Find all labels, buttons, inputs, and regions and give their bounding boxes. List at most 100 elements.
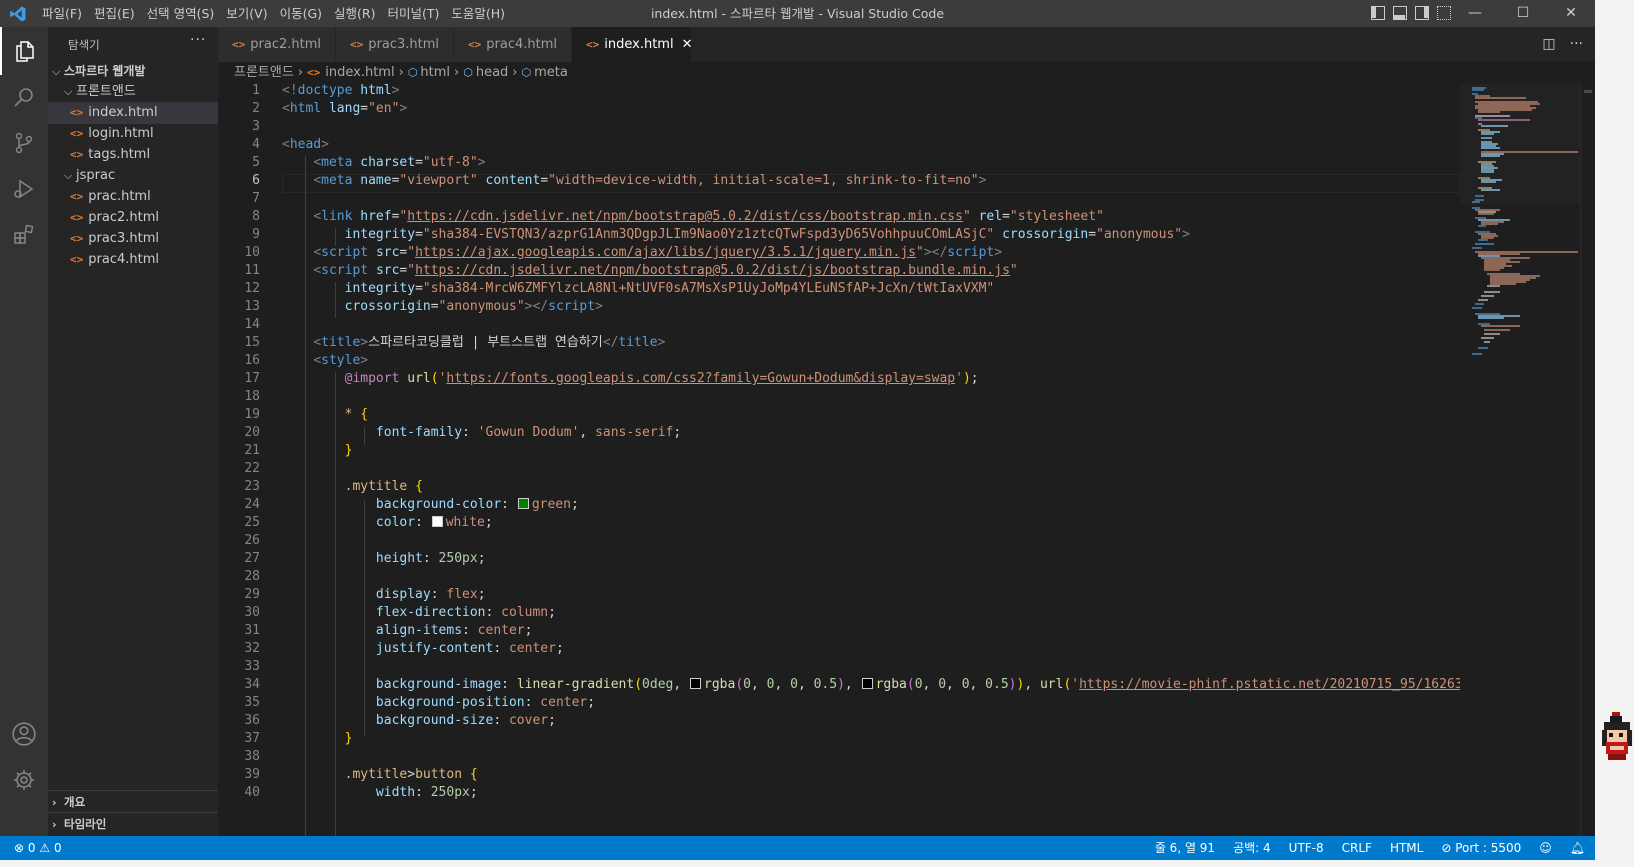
tree-file-login[interactable]: <> login.html [48,123,240,145]
code-line: 30 flex-direction: column; [218,603,1460,622]
breadcrumb-folder[interactable]: 프론트앤드 [234,65,294,80]
html-file-icon: <> [70,148,84,161]
maximize-button[interactable]: ☐ [1499,0,1547,27]
menu-run[interactable]: 실행(R) [328,0,381,27]
line-number: 12 [244,281,260,296]
menu-view[interactable]: 보기(V) [220,0,273,27]
live-server-port[interactable]: ⊘ Port : 5500 [1441,836,1521,860]
line-number: 14 [244,317,260,332]
feedback-icon[interactable]: ☺ [1539,836,1552,860]
line-number: 34 [244,677,260,692]
chevron-down-icon: ⌵ [52,65,61,78]
menu-go[interactable]: 이동(G) [274,0,328,27]
editor-scrollbar[interactable] [1580,84,1595,836]
folder-jsprac[interactable]: ⌵ jsprac [48,165,234,187]
indentation[interactable]: 공백: 4 [1233,836,1271,860]
code-line: 14 [218,315,1460,334]
tab-index[interactable]: <> index.html ✕ [572,27,692,62]
workspace-root[interactable]: ⌵ 스파르타 웹개발 [48,60,222,82]
file-label: prac.html [88,189,151,204]
folder-frontend[interactable]: ⌵ 프론트앤드 [48,81,234,103]
code-line: 34 background-image: linear-gradient(0de… [218,675,1460,694]
close-window-button[interactable]: ✕ [1547,0,1595,27]
code-editor[interactable]: 1 <!doctype html> 2 <html lang="en"> 3 4 <h… [218,84,1460,836]
tree-file-prac4[interactable]: <> prac4.html [48,249,240,271]
code-line: 40 width: 250px; [218,783,1460,802]
menu-terminal[interactable]: 터미널(T) [382,0,446,27]
line-number: 40 [244,785,260,800]
breadcrumb-meta[interactable]: meta [534,65,568,80]
html-file-icon: <> [70,253,84,266]
explorer-more-actions[interactable]: ··· [190,32,206,48]
pixel-character-image [1602,712,1632,760]
tab-prac2[interactable]: <> prac2.html [218,27,336,62]
breadcrumb: 프론트앤드 › <> index.html › ⬡ html › ⬡ head › ⬡ meta [218,62,568,84]
activity-bar [0,27,48,836]
explorer-button[interactable] [0,27,48,75]
accounts-button[interactable] [0,710,48,758]
tree-file-prac[interactable]: <> prac.html [48,186,240,208]
minimize-button[interactable]: — [1451,0,1499,27]
color-swatch-white[interactable] [431,516,443,527]
line-number: 21 [244,443,260,458]
tree-file-prac2[interactable]: <> prac2.html [48,207,240,229]
language-mode[interactable]: HTML [1390,836,1423,860]
menu-bar: 파일(F) 편집(E) 선택 영역(S) 보기(V) 이동(G) 실행(R) 터… [36,0,511,27]
color-swatch-black[interactable] [861,678,873,689]
manage-button[interactable] [0,756,48,804]
file-encoding[interactable]: UTF-8 [1289,836,1324,860]
warning-icon: ⚠ [39,841,51,855]
line-number: 31 [244,623,260,638]
files-icon [16,41,34,62]
code-line: 31 align-items: center; [218,621,1460,640]
menu-help[interactable]: 도움말(H) [445,0,511,27]
toggle-primary-sidebar-icon[interactable] [1371,6,1385,20]
line-number: 4 [252,137,260,152]
search-button[interactable] [0,73,48,121]
toggle-secondary-sidebar-icon[interactable] [1415,6,1429,20]
source-control-button[interactable] [0,119,48,167]
menu-edit[interactable]: 편집(E) [88,0,141,27]
breadcrumb-head[interactable]: head [476,65,508,80]
cursor-position[interactable]: 줄 6, 열 91 [1155,836,1215,860]
tab-label: prac3.html [368,37,439,52]
split-editor-icon[interactable]: ◫ [1542,27,1555,62]
line-number: 5 [252,155,260,170]
run-debug-button[interactable] [0,165,48,213]
folder-label: 프론트앤드 [76,84,136,99]
code-line: 10 <script src="https://ajax.googleapis.… [218,243,1460,262]
problems-indicator[interactable]: ⊗ 0 ⚠ 0 [14,836,62,860]
outline-section[interactable]: › 개요 [48,790,222,813]
tab-prac3[interactable]: <> prac3.html [336,27,454,62]
line-number: 1 [252,84,260,98]
customize-layout-icon[interactable] [1437,6,1451,20]
outline-label: 개요 [64,795,86,809]
more-actions-icon[interactable]: ··· [1570,27,1583,62]
code-line: 2 <html lang="en"> [218,99,1460,118]
toggle-panel-icon[interactable] [1393,6,1407,20]
breadcrumb-html[interactable]: html [420,65,450,80]
minimap[interactable] [1460,84,1580,836]
menu-file[interactable]: 파일(F) [36,0,88,27]
tree-file-index[interactable]: <> index.html [48,102,240,124]
color-swatch-green[interactable] [517,498,529,509]
tree-file-prac3[interactable]: <> prac3.html [48,228,240,250]
color-swatch-black[interactable] [690,678,702,689]
search-icon [14,88,33,107]
code-line: 3 [218,117,1460,136]
menu-selection[interactable]: 선택 영역(S) [141,0,221,27]
end-of-line[interactable]: CRLF [1342,836,1372,860]
code-line: 5 <meta charset="utf-8"> [218,153,1460,172]
tab-prac4[interactable]: <> prac4.html [454,27,572,62]
notifications-bell-icon[interactable]: 🔔︎ [1570,836,1585,860]
extensions-button[interactable] [0,211,48,259]
status-bar-right: 줄 6, 열 91 공백: 4 UTF-8 CRLF HTML ⊘ Port :… [1155,836,1585,860]
chevron-right-icon: › [398,65,404,80]
breadcrumb-file[interactable]: index.html [325,65,394,80]
timeline-section[interactable]: › 타임라인 [48,812,222,835]
explorer-title: 탐색기 [68,38,100,52]
extensions-icon [14,224,34,244]
close-tab-icon[interactable]: ✕ [682,37,693,52]
tree-file-tags[interactable]: <> tags.html [48,144,240,166]
line-number: 2 [252,101,260,116]
